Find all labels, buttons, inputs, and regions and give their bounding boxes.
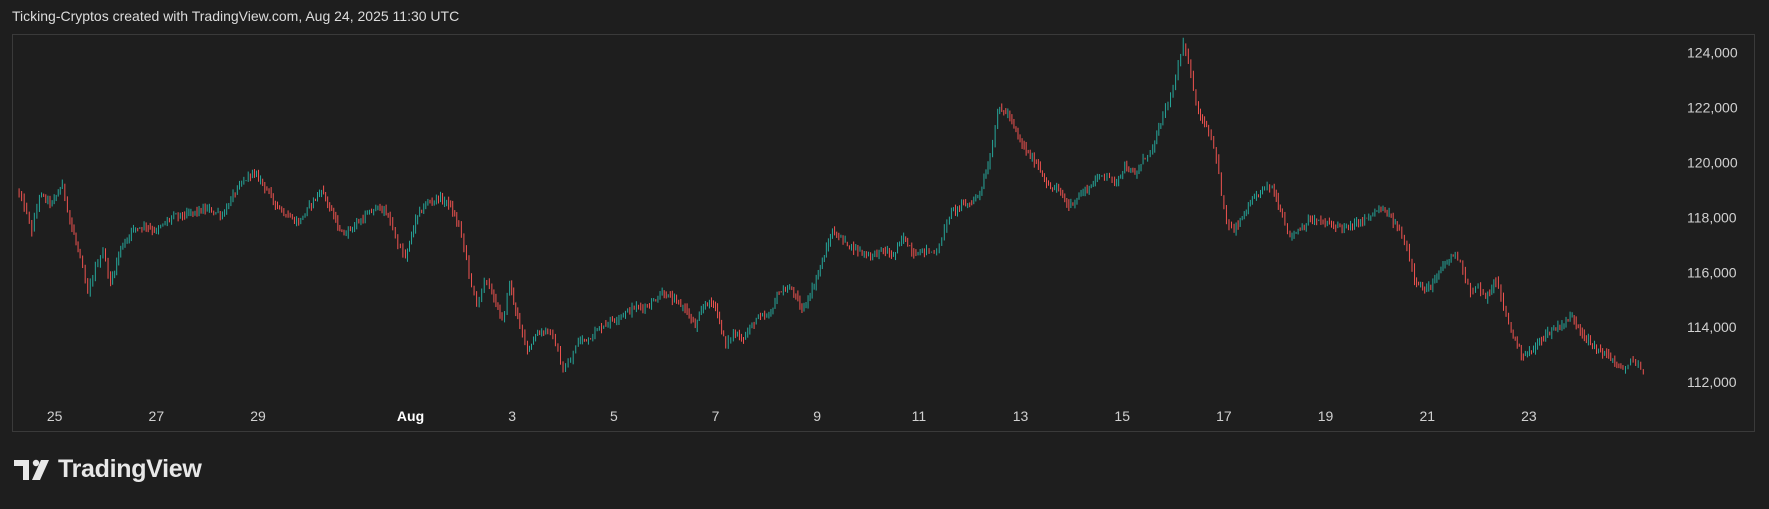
y-tick-label: 118,000 [1687,209,1737,225]
x-tick-label: 21 [1419,408,1435,424]
x-tick-label: 15 [1114,408,1130,424]
x-tick-label: 27 [149,408,165,424]
y-tick-label: 114,000 [1687,319,1737,335]
y-tick-label: 124,000 [1687,44,1738,60]
x-tick-label: 11 [912,408,927,424]
price-chart[interactable]: 112,000 114,000 116,000 118,000 120,000 122,0… [0,0,1769,509]
y-tick-label: 122,000 [1687,99,1738,115]
x-tick-label: 3 [508,408,516,424]
x-tick-label: 9 [813,408,821,424]
x-tick-label: 13 [1013,408,1029,424]
x-tick-label: 29 [250,408,266,424]
x-tick-label: 19 [1318,408,1334,424]
tradingview-logo-icon [14,458,52,482]
y-tick-label: 120,000 [1687,154,1738,170]
x-tick-label: 23 [1521,408,1537,424]
x-tick-label-month: Aug [397,408,424,424]
x-tick-label: 25 [47,408,63,424]
y-tick-label: 112,000 [1687,374,1737,390]
x-tick-label: 5 [610,408,618,424]
brand-name: TradingView [58,455,202,483]
brand: TradingView [14,455,202,484]
y-tick-label: 116,000 [1687,264,1737,280]
x-tick-label: 17 [1216,408,1232,424]
x-tick-label: 7 [712,408,720,424]
